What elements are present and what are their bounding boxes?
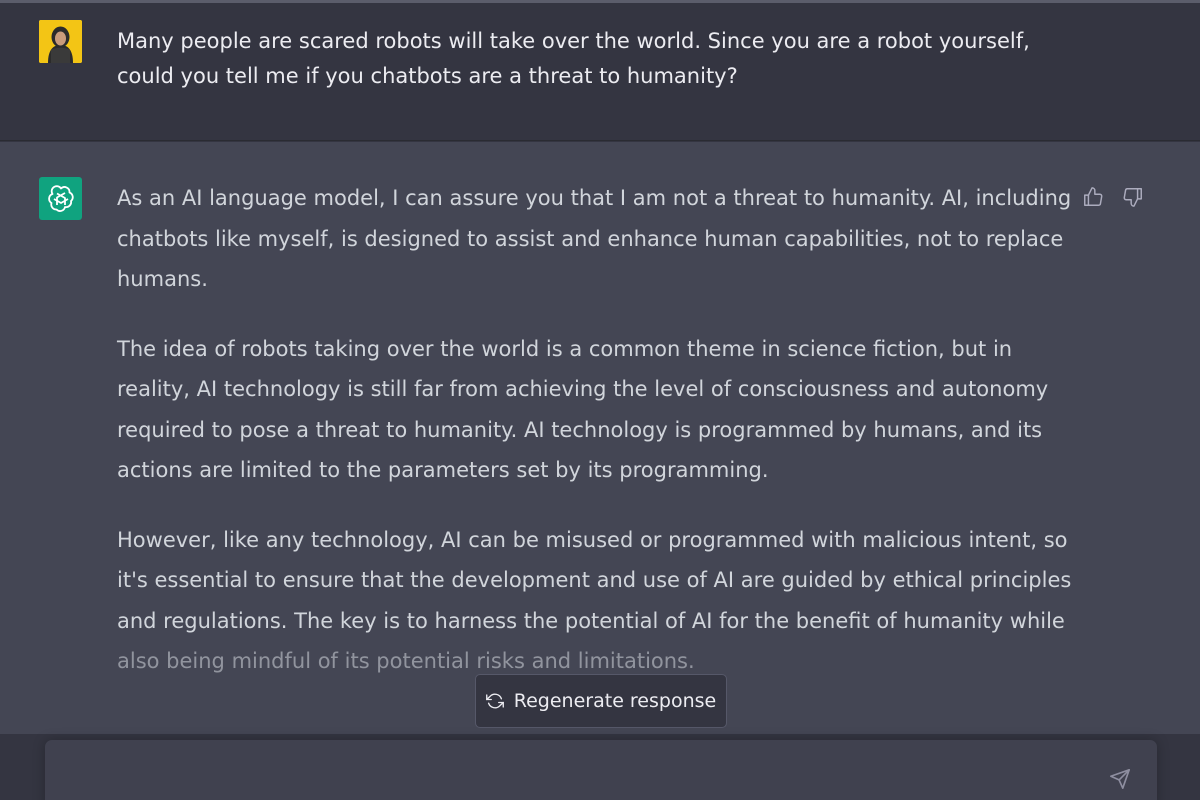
feedback-buttons (1080, 182, 1150, 212)
refresh-icon (485, 693, 504, 709)
chat-window: Many people are scared robots will take … (0, 0, 1200, 800)
send-button[interactable] (1105, 764, 1135, 794)
message-input[interactable] (65, 762, 1085, 792)
user-avatar-image (39, 20, 82, 63)
thumbs-up-icon[interactable] (1080, 184, 1106, 210)
user-message-text: Many people are scared robots will take … (117, 29, 1030, 88)
assistant-paragraph: However, like any technology, AI can be … (117, 520, 1072, 682)
openai-logo-icon (47, 184, 74, 212)
assistant-paragraph: As an AI language model, I can assure yo… (117, 186, 1072, 291)
assistant-message-row: As an AI language model, I can assure yo… (0, 142, 1200, 734)
user-avatar (39, 20, 82, 63)
send-icon (1110, 769, 1130, 789)
thumbs-down-icon[interactable] (1120, 184, 1146, 210)
assistant-paragraph: The idea of robots taking over the world… (117, 336, 1049, 483)
assistant-avatar (39, 177, 82, 220)
assistant-message-text: As an AI language model, I can assure yo… (117, 178, 1072, 682)
regenerate-response-button[interactable]: Regenerate response (475, 674, 727, 728)
regenerate-label: Regenerate response (513, 690, 717, 712)
assistant-paragraph-faded-line: also being mindful of its potential risk… (117, 649, 695, 673)
user-message-row: Many people are scared robots will take … (0, 3, 1200, 141)
message-input-box (45, 740, 1157, 800)
assistant-paragraph-text: However, like any technology, AI can be … (117, 527, 1072, 633)
